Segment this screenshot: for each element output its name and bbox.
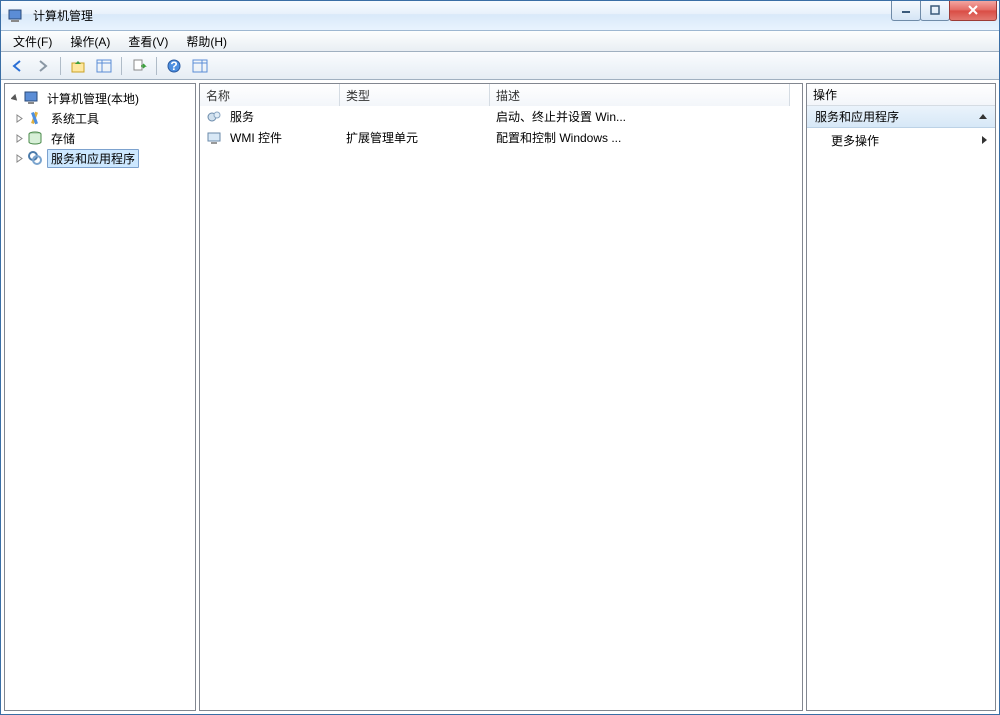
- column-header-type[interactable]: 类型: [340, 84, 490, 106]
- toolbar-separator: [60, 57, 61, 75]
- window-controls: [892, 1, 997, 21]
- computer-icon: [23, 90, 39, 106]
- toolbar-separator: [156, 57, 157, 75]
- maximize-button[interactable]: [920, 1, 950, 21]
- titlebar: 计算机管理: [1, 1, 999, 31]
- toolbar: ?: [1, 52, 999, 80]
- menu-help[interactable]: 帮助(H): [178, 31, 235, 52]
- actions-panel: 操作 服务和应用程序 更多操作: [806, 83, 996, 711]
- close-button[interactable]: [949, 1, 997, 21]
- chevron-right-icon: [982, 136, 987, 144]
- tree-panel: 计算机管理(本地) 系统工具 存储 服务和应用程序: [4, 83, 196, 711]
- expand-icon[interactable]: [13, 152, 25, 164]
- actions-header: 操作: [807, 84, 995, 106]
- column-header-desc[interactable]: 描述: [490, 84, 790, 106]
- list-body: 服务 启动、终止并设置 Win... WMI 控件 扩展管理单元 配置和控制 W…: [200, 106, 802, 710]
- menu-action[interactable]: 操作(A): [62, 31, 118, 52]
- storage-icon: [27, 130, 43, 146]
- svg-text:?: ?: [170, 59, 177, 73]
- cell-type: 扩展管理单元: [346, 129, 418, 146]
- tree-item-system-tools[interactable]: 系统工具: [7, 108, 193, 128]
- expand-icon[interactable]: [13, 112, 25, 124]
- services-icon: [27, 150, 43, 166]
- tree-label: 系统工具: [47, 110, 103, 127]
- list-row-services[interactable]: 服务 启动、终止并设置 Win...: [200, 106, 802, 127]
- app-icon: [7, 8, 23, 24]
- show-hide-action-pane-button[interactable]: [188, 54, 212, 78]
- export-button[interactable]: [127, 54, 151, 78]
- tools-icon: [27, 110, 43, 126]
- back-button[interactable]: [5, 54, 29, 78]
- tree-item-services-apps[interactable]: 服务和应用程序: [7, 148, 193, 168]
- actions-more[interactable]: 更多操作: [807, 128, 995, 152]
- wmi-icon: [206, 130, 222, 146]
- cell-name: WMI 控件: [230, 129, 282, 146]
- up-button[interactable]: [66, 54, 90, 78]
- list-row-wmi[interactable]: WMI 控件 扩展管理单元 配置和控制 Windows ...: [200, 127, 802, 148]
- expand-icon[interactable]: [13, 132, 25, 144]
- tree-label: 存储: [47, 130, 79, 147]
- window-title: 计算机管理: [33, 7, 93, 24]
- column-header-row: 名称 类型 描述: [200, 84, 802, 106]
- menubar: 文件(F) 操作(A) 查看(V) 帮助(H): [1, 31, 999, 52]
- gears-icon: [206, 109, 222, 125]
- cell-desc: 启动、终止并设置 Win...: [496, 108, 626, 125]
- show-hide-tree-button[interactable]: [92, 54, 116, 78]
- menu-view[interactable]: 查看(V): [120, 31, 176, 52]
- cell-name: 服务: [230, 108, 254, 125]
- actions-more-label: 更多操作: [831, 132, 879, 149]
- actions-section[interactable]: 服务和应用程序: [807, 106, 995, 128]
- cell-desc: 配置和控制 Windows ...: [496, 129, 621, 146]
- tree-root[interactable]: 计算机管理(本地): [7, 88, 193, 108]
- help-button[interactable]: ?: [162, 54, 186, 78]
- tree-label: 计算机管理(本地): [43, 90, 143, 107]
- column-header-name[interactable]: 名称: [200, 84, 340, 106]
- body: 计算机管理(本地) 系统工具 存储 服务和应用程序 名称 类型: [1, 80, 999, 714]
- actions-section-label: 服务和应用程序: [815, 108, 899, 125]
- menu-file[interactable]: 文件(F): [5, 31, 60, 52]
- toolbar-separator: [121, 57, 122, 75]
- collapse-icon[interactable]: [9, 92, 21, 104]
- minimize-button[interactable]: [891, 1, 921, 21]
- list-panel: 名称 类型 描述 服务 启动、终止并设置 Win... WM: [199, 83, 803, 711]
- forward-button[interactable]: [31, 54, 55, 78]
- window: 计算机管理 文件(F) 操作(A) 查看(V) 帮助(H): [0, 0, 1000, 715]
- column-header-end: [790, 84, 802, 106]
- tree-label: 服务和应用程序: [47, 149, 139, 168]
- collapse-up-icon: [979, 114, 987, 119]
- tree-item-storage[interactable]: 存储: [7, 128, 193, 148]
